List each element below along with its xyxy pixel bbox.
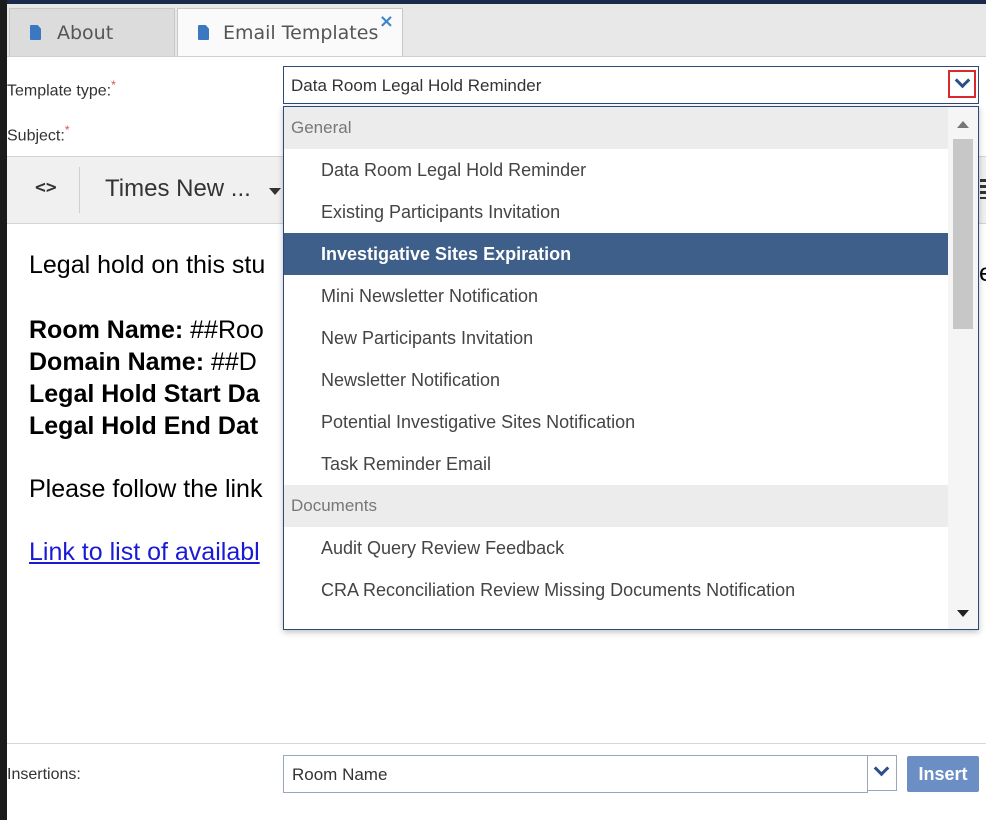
- chevron-down-icon: [954, 72, 971, 89]
- document-icon: [198, 25, 209, 40]
- subject-label: Subject:*: [7, 123, 69, 145]
- legal-hold-start-line: Legal Hold Start Da: [29, 380, 260, 409]
- scroll-up-icon[interactable]: [957, 121, 969, 128]
- email-templates-app: About Email Templates × Template type:* …: [7, 4, 986, 820]
- option-item[interactable]: Newsletter Notification: [284, 359, 948, 401]
- template-type-value: Data Room Legal Hold Reminder: [291, 76, 542, 95]
- font-family-select[interactable]: Times New ...: [105, 175, 251, 203]
- scroll-down-icon[interactable]: [957, 610, 969, 617]
- body-intro-text: Legal hold on this stu: [29, 251, 266, 279]
- template-type-dropdown-list[interactable]: General Data Room Legal Hold Reminder Ex…: [283, 106, 979, 630]
- option-item[interactable]: Potential Investigative Sites Notificati…: [284, 401, 948, 443]
- domain-name-placeholder: ##D: [204, 348, 257, 376]
- template-type-label: Template type:*: [7, 78, 116, 100]
- follow-link-text: Please follow the link: [29, 475, 263, 503]
- option-item[interactable]: CRA Reconciliation Review Missing Docume…: [284, 569, 948, 611]
- template-type-label-text: Template type:: [7, 82, 112, 100]
- chevron-down-icon: [873, 760, 890, 777]
- option-group-general: General: [284, 107, 948, 149]
- divider: [7, 743, 986, 744]
- scrollbar-thumb[interactable]: [953, 139, 973, 329]
- required-mark: *: [111, 78, 116, 92]
- legal-hold-start-label: Legal Hold Start Da: [29, 380, 260, 408]
- tab-email-templates[interactable]: Email Templates ×: [177, 8, 403, 56]
- required-mark: *: [64, 123, 70, 137]
- option-item[interactable]: Mini Newsletter Notification: [284, 275, 948, 317]
- dropdown-options: General Data Room Legal Hold Reminder Ex…: [284, 107, 948, 611]
- window-left-border: [0, 0, 7, 820]
- option-group-documents: Documents: [284, 485, 948, 527]
- insertions-label: Insertions:: [7, 766, 81, 783]
- document-icon: [30, 25, 41, 40]
- room-name-line: Room Name: ##Roo: [29, 316, 264, 345]
- option-item[interactable]: Task Reminder Email: [284, 443, 948, 485]
- tab-email-templates-label: Email Templates: [223, 21, 379, 44]
- tab-about[interactable]: About: [9, 8, 175, 56]
- domain-name-label: Domain Name:: [29, 348, 205, 376]
- tab-about-label: About: [57, 21, 114, 44]
- legal-hold-end-label: Legal Hold End Dat: [29, 412, 259, 440]
- option-item[interactable]: Audit Query Review Feedback: [284, 527, 948, 569]
- tab-bar: About Email Templates ×: [7, 4, 986, 57]
- close-icon[interactable]: ×: [379, 11, 394, 32]
- template-type-dropdown-button[interactable]: [948, 70, 976, 98]
- room-name-label: Room Name:: [29, 316, 184, 344]
- legal-hold-end-line: Legal Hold End Dat: [29, 412, 258, 441]
- subject-label-text: Subject:: [7, 127, 65, 145]
- available-list-link[interactable]: Link to list of availabl: [29, 538, 260, 567]
- insertions-dropdown-button[interactable]: [867, 755, 897, 791]
- insertions-value: Room Name: [292, 765, 388, 784]
- caret-down-icon[interactable]: [269, 188, 281, 195]
- option-item[interactable]: New Participants Invitation: [284, 317, 948, 359]
- more-menu-icon[interactable]: [980, 179, 986, 199]
- toolbar-divider: [79, 167, 80, 213]
- body-intro-tail: e: [979, 259, 986, 287]
- template-type-select[interactable]: Data Room Legal Hold Reminder: [283, 66, 979, 104]
- option-item[interactable]: Data Room Legal Hold Reminder: [284, 149, 948, 191]
- insert-button[interactable]: Insert: [907, 756, 979, 792]
- option-item[interactable]: Existing Participants Invitation: [284, 191, 948, 233]
- insertions-select[interactable]: Room Name: [283, 755, 868, 793]
- dropdown-scrollbar[interactable]: [948, 107, 978, 629]
- source-code-button[interactable]: <>: [35, 177, 57, 198]
- room-name-placeholder: ##Roo: [183, 316, 264, 344]
- domain-name-line: Domain Name: ##D: [29, 348, 257, 377]
- option-item-highlighted[interactable]: Investigative Sites Expiration: [284, 233, 948, 275]
